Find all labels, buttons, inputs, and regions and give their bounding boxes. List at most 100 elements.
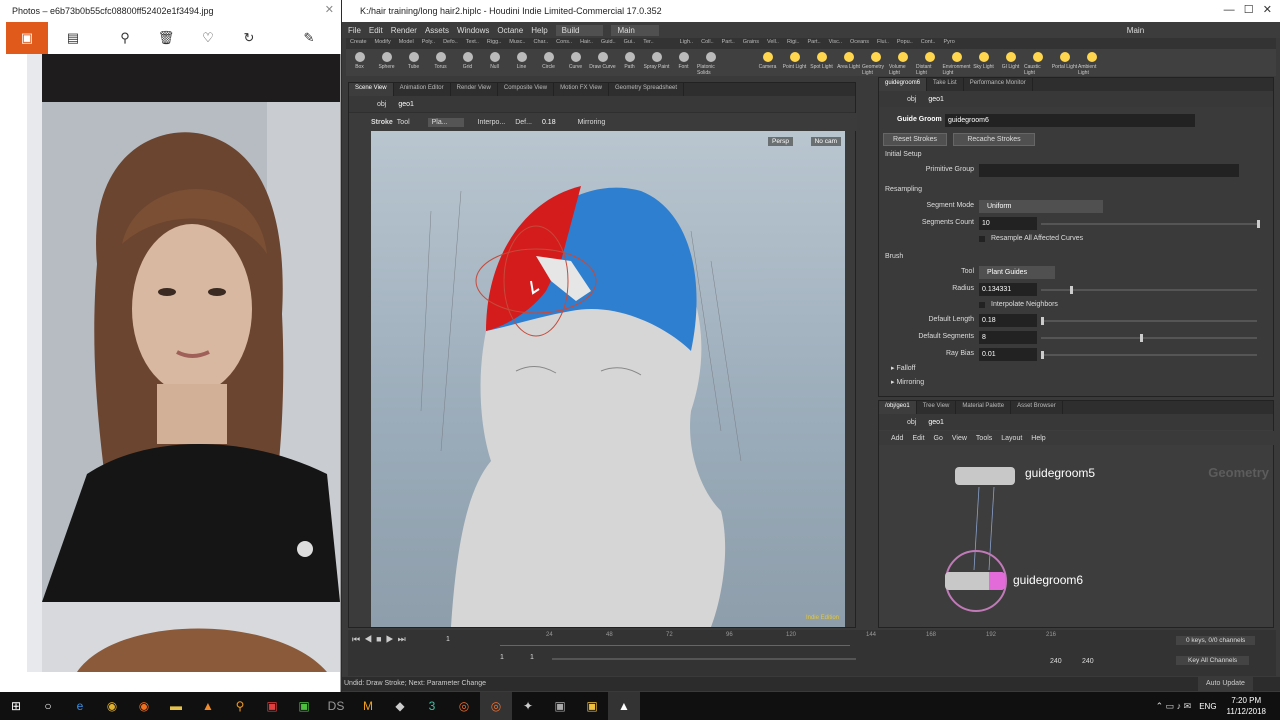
tool-grid[interactable]: Grid <box>454 49 481 76</box>
tool-point-light[interactable]: Point Light <box>781 49 808 76</box>
falloff-section[interactable]: ▸ Falloff <box>891 364 915 372</box>
app-icon[interactable]: 3 <box>416 692 448 720</box>
tool-box[interactable]: Box <box>346 49 373 76</box>
radius-field[interactable]: 0.134331 <box>979 283 1037 296</box>
checkbox[interactable] <box>979 302 985 308</box>
shelf-tab[interactable]: Create <box>346 38 371 49</box>
tool-select[interactable]: Plant Guides <box>979 266 1055 279</box>
windows-start-icon[interactable]: ⊞ <box>0 692 32 720</box>
path-geo[interactable]: geo1 <box>928 96 944 103</box>
houdini-icon[interactable]: ◎ <box>448 692 480 720</box>
desktop-select[interactable]: Main <box>1127 26 1144 35</box>
tool-ambient-light[interactable]: Ambient Light <box>1078 49 1105 76</box>
ray-bias-field[interactable]: 0.01 <box>979 348 1037 361</box>
shelf-tab[interactable]: Rigi.. <box>783 38 804 49</box>
primitive-group-field[interactable] <box>979 164 1239 177</box>
tool-spray-paint[interactable]: Spray Paint <box>643 49 670 76</box>
recache-strokes-button[interactable]: Recache Strokes <box>953 133 1035 146</box>
photos-close-icon[interactable]: ✕ <box>325 3 334 16</box>
net-menu-layout[interactable]: Layout <box>1001 435 1022 442</box>
tab-obj-geo1[interactable]: /obj/geo1 <box>879 401 917 414</box>
reset-strokes-button[interactable]: Reset Strokes <box>883 133 947 146</box>
tool-gi-light[interactable]: GI Light <box>997 49 1024 76</box>
mirroring-toggle[interactable]: Mirroring <box>578 119 606 126</box>
app-icon[interactable]: ⚲ <box>224 692 256 720</box>
radius-slider[interactable] <box>1041 286 1257 294</box>
explorer-icon[interactable]: ▬ <box>160 692 192 720</box>
path-obj[interactable]: obj <box>377 101 386 108</box>
slideshow-icon[interactable]: ▤ <box>60 26 86 50</box>
segments-count-field[interactable]: 10 <box>979 217 1037 230</box>
menu-edit[interactable]: Edit <box>369 26 383 35</box>
timeline-ruler[interactable]: 24 48 72 96 120 <box>500 632 850 646</box>
tab-motion-fx[interactable]: Motion FX View <box>554 83 610 96</box>
tool-camera[interactable]: Camera <box>754 49 781 76</box>
key-all-channels[interactable]: Key All Channels <box>1176 656 1250 665</box>
tray-icons[interactable]: ⌃ ▭ ♪ ✉ <box>1156 701 1192 712</box>
tool-area-light[interactable]: Area Light <box>835 49 862 76</box>
delete-icon[interactable]: 🗑 <box>153 26 179 50</box>
path-geo[interactable]: geo1 <box>398 101 414 108</box>
default-segments-slider[interactable] <box>1041 334 1257 342</box>
end-frame-2[interactable]: 240 <box>1082 658 1094 665</box>
tool-path[interactable]: Path <box>616 49 643 76</box>
shelf-tab[interactable]: Char.. <box>529 38 552 49</box>
initial-setup-section[interactable]: Initial Setup <box>885 151 922 158</box>
shelf-tab[interactable]: Modify <box>371 38 395 49</box>
tool-curve[interactable]: Curve <box>562 49 589 76</box>
vlc-icon[interactable]: ▲ <box>192 692 224 720</box>
menu-octane[interactable]: Octane <box>497 26 523 35</box>
app-icon[interactable]: M <box>352 692 384 720</box>
shelf-tab[interactable]: Pyro <box>939 38 958 49</box>
tab-tree-view[interactable]: Tree View <box>917 401 957 414</box>
default-segments-field[interactable]: 8 <box>979 331 1037 344</box>
current-frame-field[interactable]: 1 <box>446 636 450 643</box>
viewport-3d[interactable]: Persp No cam Indie Edition <box>371 131 847 627</box>
tool-circle[interactable]: Circle <box>535 49 562 76</box>
viewport-right-toolbar[interactable] <box>845 131 855 627</box>
app-icon[interactable]: ▣ <box>288 692 320 720</box>
end-frame[interactable]: 240 <box>1050 658 1062 665</box>
segments-count-slider[interactable] <box>1041 220 1260 228</box>
start-frame[interactable]: 1 <box>500 654 504 661</box>
net-menu-go[interactable]: Go <box>934 435 943 442</box>
main-desktop[interactable]: Main <box>611 24 659 36</box>
path-obj[interactable]: obj <box>907 96 916 103</box>
clock[interactable]: 7:20 PM 11/12/2018 <box>1227 695 1266 717</box>
node-guidegroom5[interactable] <box>955 467 1015 485</box>
zoom-icon[interactable]: ⚲ <box>112 26 138 50</box>
tool-line[interactable]: Line <box>508 49 535 76</box>
edge-icon[interactable]: e <box>64 692 96 720</box>
search-icon[interactable]: ○ <box>32 692 64 720</box>
app-icon[interactable]: ▣ <box>256 692 288 720</box>
houdini-active-icon[interactable]: ◎ <box>480 692 512 720</box>
shelf-tab[interactable]: Text.. <box>462 38 483 49</box>
tool-font[interactable]: Font <box>670 49 697 76</box>
default-length-value[interactable]: 0.18 <box>542 119 556 126</box>
shelf-tab[interactable]: Defo.. <box>439 38 462 49</box>
tab-animation-editor[interactable]: Animation Editor <box>394 83 451 96</box>
net-menu-view[interactable]: View <box>952 435 967 442</box>
path-obj[interactable]: obj <box>907 419 916 426</box>
checkbox[interactable] <box>979 236 985 242</box>
menu-windows[interactable]: Windows <box>457 26 489 35</box>
tool-caustic-light[interactable]: Caustic Light <box>1024 49 1051 76</box>
build-desktop[interactable]: Build <box>555 24 604 36</box>
tool-draw-curve[interactable]: Draw Curve <box>589 49 616 76</box>
tool-platonic[interactable]: Platonic Solids <box>697 49 724 76</box>
mirroring-section[interactable]: ▸ Mirroring <box>891 378 924 386</box>
viewport-left-toolbar[interactable] <box>349 131 371 627</box>
playback-controls[interactable]: ⏮◀■▶⏭ <box>352 634 410 645</box>
tab-performance-monitor[interactable]: Performance Monitor <box>964 78 1033 91</box>
path-geo[interactable]: geo1 <box>928 419 944 426</box>
tool-tube[interactable]: Tube <box>400 49 427 76</box>
window-controls[interactable]: — ☐ ✕ <box>1224 3 1272 16</box>
interpolate-toggle[interactable]: Interpo... <box>478 119 506 126</box>
tool-torus[interactable]: Torus <box>427 49 454 76</box>
tab-geometry-spreadsheet[interactable]: Geometry Spreadsheet <box>609 83 685 96</box>
app-icon[interactable]: ▣ <box>544 692 576 720</box>
shelf-tab[interactable]: Hair.. <box>576 38 597 49</box>
node1-label[interactable]: guidegroom5 <box>1025 466 1095 480</box>
tool-geometry-light[interactable]: Geometry Light <box>862 49 889 76</box>
tool-distant-light[interactable]: Distant Light <box>916 49 943 76</box>
